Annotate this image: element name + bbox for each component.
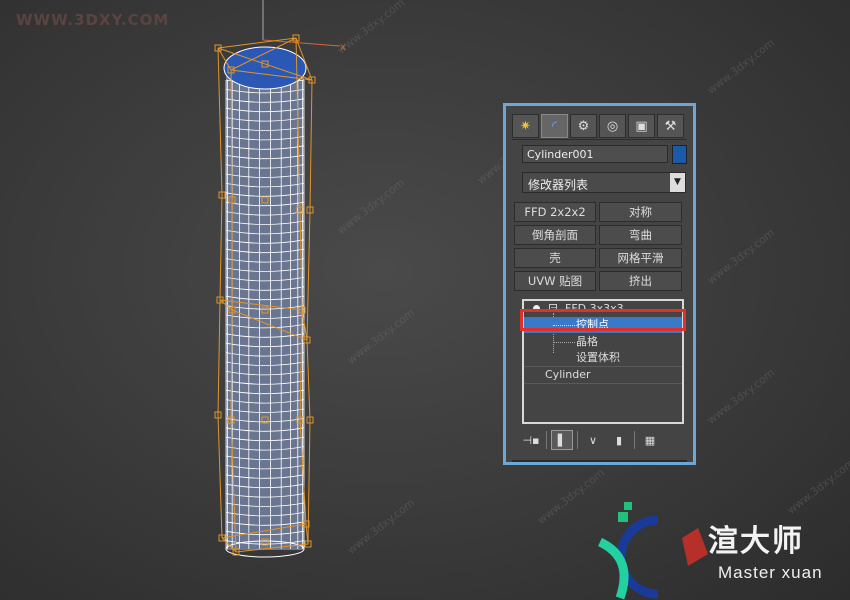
bend-button[interactable]: 弯曲 xyxy=(599,225,682,245)
remove-modifier-icon[interactable]: ▮ xyxy=(608,430,630,450)
stack-item-lattice[interactable]: 晶格 xyxy=(524,334,682,350)
bevel-profile-button[interactable]: 倒角剖面 xyxy=(514,225,596,245)
stack-item-set-volume[interactable]: 设置体积 xyxy=(524,350,682,367)
stack-item-label: 设置体积 xyxy=(576,351,620,364)
utilities-icon: ⚒ xyxy=(664,118,677,134)
command-panel: ✷ ◜ ⚙ ◎ ▣ ⚒ Cylinder001 修改器列表 ▼ FFD 2x2x… xyxy=(503,103,696,465)
pin-stack-icon[interactable]: ⊣▪ xyxy=(520,430,542,450)
chevron-down-icon[interactable]: ▼ xyxy=(670,173,685,192)
object-color-swatch[interactable] xyxy=(672,145,687,164)
toolbar-divider xyxy=(546,431,547,449)
stack-item-cylinder[interactable]: Cylinder xyxy=(524,367,682,384)
configure-sets-icon[interactable]: ▦ xyxy=(639,430,661,450)
modifier-list-label: 修改器列表 xyxy=(528,178,589,192)
stack-item-label: 晶格 xyxy=(576,335,598,348)
motion-icon: ◎ xyxy=(606,118,619,134)
logo-text-en: Master xuan xyxy=(718,563,823,582)
highlight-box xyxy=(520,309,686,331)
extrude-button[interactable]: 挤出 xyxy=(599,271,682,291)
stack-toolbar: ⊣▪ ▌ ∨ ▮ ▦ xyxy=(520,429,688,451)
tree-connector xyxy=(553,342,575,343)
display-icon: ▣ xyxy=(635,118,648,134)
modify-icon: ◜ xyxy=(551,118,558,134)
display-tab[interactable]: ▣ xyxy=(628,114,655,138)
toolbar-divider xyxy=(634,431,635,449)
ffd-2x2x2-button[interactable]: FFD 2x2x2 xyxy=(514,202,596,222)
meshsmooth-button[interactable]: 网格平滑 xyxy=(599,248,682,268)
uvw-map-button[interactable]: UVW 贴图 xyxy=(514,271,596,291)
logo-text-cn: 渲大师 xyxy=(708,524,804,559)
symmetry-button[interactable]: 对称 xyxy=(599,202,682,222)
motion-tab[interactable]: ◎ xyxy=(599,114,626,138)
hierarchy-icon: ⚙ xyxy=(577,118,590,134)
show-end-result-icon[interactable]: ▌ xyxy=(551,430,573,450)
shell-button[interactable]: 壳 xyxy=(514,248,596,268)
create-tab[interactable]: ✷ xyxy=(512,114,539,138)
tabs-divider xyxy=(512,139,687,140)
utilities-tab[interactable]: ⚒ xyxy=(657,114,684,138)
modifier-list-dropdown[interactable]: 修改器列表 ▼ xyxy=(522,172,686,193)
hierarchy-tab[interactable]: ⚙ xyxy=(570,114,597,138)
toolbar-divider xyxy=(577,431,578,449)
create-icon: ✷ xyxy=(520,118,531,134)
master-xuan-logo-icon xyxy=(598,502,708,600)
viewport[interactable]: x xyxy=(0,0,850,600)
stack-item-label: Cylinder xyxy=(545,368,591,381)
object-name-field[interactable]: Cylinder001 xyxy=(522,145,668,163)
modify-tab[interactable]: ◜ xyxy=(541,114,568,138)
make-unique-icon[interactable]: ∨ xyxy=(582,430,604,450)
x-axis-icon: x xyxy=(340,42,346,53)
command-panel-tabs: ✷ ◜ ⚙ ◎ ▣ ⚒ xyxy=(512,114,684,140)
panel-scrollbar[interactable] xyxy=(512,460,687,462)
